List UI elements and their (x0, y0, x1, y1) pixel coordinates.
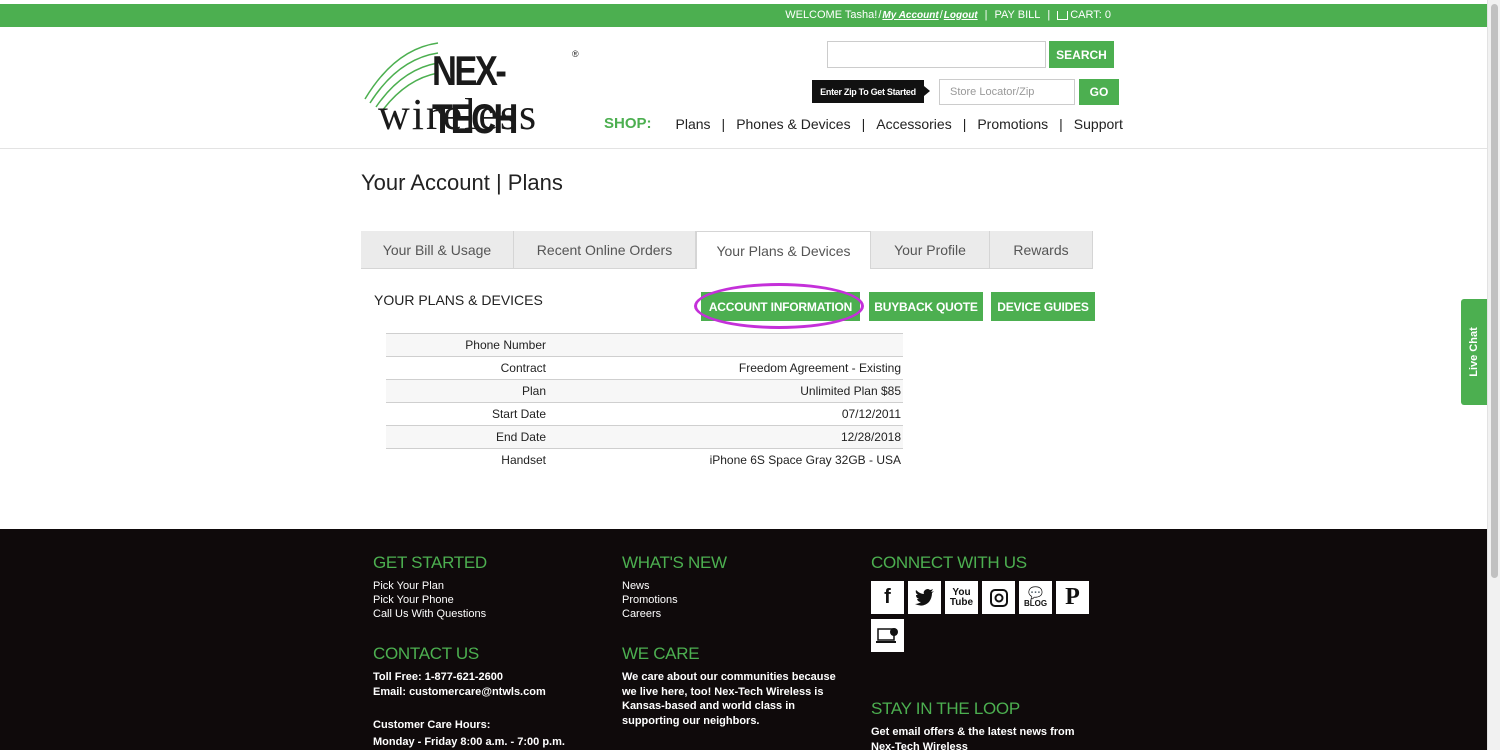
pinterest-icon[interactable]: P (1056, 581, 1089, 614)
footer-heading: STAY IN THE LOOP (871, 699, 1020, 718)
store-locator-input[interactable]: Store Locator/Zip (939, 79, 1075, 105)
site-header: NEX-TECH ® wireless SEARCH Enter Zip To … (0, 27, 1487, 149)
plan-details-table: Phone Number Contract Freedom Agreement … (386, 333, 903, 472)
cart-link[interactable]: CART: 0 (1070, 9, 1111, 21)
tab-rewards[interactable]: Rewards (990, 231, 1093, 269)
blog-icon[interactable]: 💬 BLOG (1019, 581, 1052, 614)
my-account-link[interactable]: My Account (882, 10, 938, 21)
table-row: Phone Number (386, 333, 903, 357)
row-value (546, 333, 903, 357)
tab-plans-devices[interactable]: Your Plans & Devices (696, 231, 871, 269)
registered-mark: ® (572, 49, 579, 59)
footer-contact: CONTACT US Toll Free: 1-877-621-2600 Ema… (373, 644, 593, 749)
nex-tech-logo[interactable]: NEX-TECH ® wireless (360, 39, 590, 142)
table-row: Start Date 07/12/2011 (386, 402, 903, 426)
row-value: Freedom Agreement - Existing (738, 361, 901, 375)
hours-label: Customer Care Hours: (373, 719, 491, 731)
row-label: Plan (386, 379, 546, 403)
page-title: Your Account | Plans (361, 170, 563, 195)
pay-bill-link[interactable]: PAY BILL (995, 9, 1041, 21)
cart-icon[interactable] (1057, 10, 1069, 20)
hours-text: Monday - Friday 8:00 a.m. - 7:00 p.m. (373, 735, 565, 748)
table-row: End Date 12/28/2018 (386, 425, 903, 449)
loop-text: Get email offers & the latest news from … (871, 726, 1075, 750)
footer-stay-in-loop: STAY IN THE LOOP Get email offers & the … (871, 699, 1096, 750)
table-row: Handset iPhone 6S Space Gray 32GB - USA (386, 448, 903, 472)
instagram-icon[interactable] (982, 581, 1015, 614)
blog-label: BLOG (1023, 599, 1048, 608)
device-guides-button[interactable]: DEVICE GUIDES (991, 292, 1095, 321)
twitter-icon[interactable] (908, 581, 941, 614)
search-button[interactable]: SEARCH (1049, 41, 1114, 68)
account-information-button[interactable]: ACCOUNT INFORMATION (701, 292, 860, 321)
page-scrollbar[interactable] (1487, 0, 1500, 750)
table-row: Plan Unlimited Plan $85 (386, 379, 903, 403)
top-utility-bar: WELCOME Tasha! / My Account / Logout | P… (0, 4, 1487, 27)
nav-accessories[interactable]: Accessories (876, 116, 951, 132)
row-value: Unlimited Plan $85 (546, 379, 903, 403)
search-input[interactable] (827, 41, 1046, 68)
row-value: 07/12/2011 (841, 407, 901, 421)
scrollbar-thumb[interactable] (1491, 4, 1498, 578)
toll-free-number[interactable]: Toll Free: 1-877-621-2600 (373, 670, 593, 685)
row-label: Phone Number (386, 333, 546, 357)
nav-promotions[interactable]: Promotions (977, 116, 1048, 132)
chat-icon[interactable] (871, 619, 904, 652)
facebook-icon[interactable]: f (871, 581, 904, 614)
row-value: iPhone 6S Space Gray 32GB - USA (709, 453, 901, 468)
nav-support[interactable]: Support (1074, 116, 1123, 132)
logo-wordmark-bottom: wireless (378, 90, 539, 139)
buyback-quote-button[interactable]: BUYBACK QUOTE (869, 292, 983, 321)
footer-heading: GET STARTED (373, 553, 487, 572)
footer-heading: WE CARE (622, 644, 700, 663)
row-label: End Date (386, 425, 546, 449)
row-label: Handset (501, 453, 546, 468)
footer-link-careers[interactable]: Careers (622, 607, 727, 621)
logout-link[interactable]: Logout (944, 10, 978, 21)
tab-bill-usage[interactable]: Your Bill & Usage (361, 231, 514, 269)
welcome-text: WELCOME Tasha! (785, 9, 878, 21)
live-chat-label: Live Chat (1468, 327, 1481, 377)
section-title: YOUR PLANS & DEVICES (374, 292, 543, 308)
footer-get-started: GET STARTED Pick Your Plan Pick Your Pho… (373, 553, 487, 621)
go-button[interactable]: GO (1079, 79, 1119, 105)
footer-we-care: WE CARE We care about our communities be… (622, 644, 852, 728)
contact-email[interactable]: Email: customercare@ntwls.com (373, 685, 593, 700)
footer-heading: CONTACT US (373, 644, 479, 663)
footer-link-pick-plan[interactable]: Pick Your Plan (373, 579, 487, 593)
tab-profile[interactable]: Your Profile (871, 231, 990, 269)
shop-nav: SHOP: Plans | Phones & Devices | Accesso… (604, 115, 1123, 132)
footer-link-news[interactable]: News (622, 579, 727, 593)
tab-recent-orders[interactable]: Recent Online Orders (514, 231, 696, 269)
nav-phones-devices[interactable]: Phones & Devices (736, 116, 850, 132)
row-label: Start Date (491, 407, 546, 421)
footer-connect: CONNECT WITH US f You Tube 💬 BLOG P (871, 553, 1089, 652)
footer-heading: CONNECT WITH US (871, 553, 1027, 572)
live-chat-tab[interactable]: Live Chat (1461, 299, 1487, 405)
footer-whats-new: WHAT'S NEW News Promotions Careers (622, 553, 727, 621)
footer-link-call-us[interactable]: Call Us With Questions (373, 607, 487, 621)
footer-link-pick-phone[interactable]: Pick Your Phone (373, 593, 487, 607)
nav-plans[interactable]: Plans (676, 116, 711, 132)
we-care-text: We care about our communities because we… (622, 671, 836, 727)
row-label: Contract (500, 361, 546, 375)
row-value: 12/28/2018 (546, 425, 903, 449)
footer-link-promotions[interactable]: Promotions (622, 593, 727, 607)
table-row: Contract Freedom Agreement - Existing (386, 356, 903, 380)
youtube-icon[interactable]: You Tube (945, 581, 978, 614)
shop-label: SHOP: (604, 115, 652, 132)
account-tabs: Your Bill & Usage Recent Online Orders Y… (361, 231, 1093, 269)
site-footer: GET STARTED Pick Your Plan Pick Your Pho… (0, 529, 1487, 750)
footer-heading: WHAT'S NEW (622, 553, 727, 572)
zip-callout-label: Enter Zip To Get Started (812, 80, 930, 103)
